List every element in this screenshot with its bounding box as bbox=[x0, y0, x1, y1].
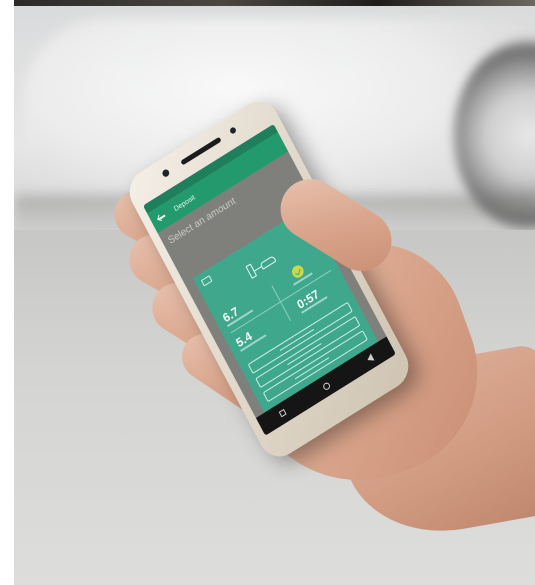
front-camera bbox=[161, 168, 171, 179]
arrow-left-icon[interactable] bbox=[155, 210, 168, 224]
top-strip bbox=[14, 0, 535, 6]
photo: Deposit Select an amount 6.7 5.4 0:57 bbox=[14, 0, 535, 585]
proximity-sensor bbox=[229, 126, 237, 135]
circle-icon[interactable] bbox=[321, 381, 331, 392]
ev-charger-icon bbox=[245, 251, 277, 279]
divider bbox=[271, 285, 292, 322]
square-icon[interactable] bbox=[278, 409, 287, 418]
triangle-back-icon[interactable] bbox=[365, 353, 375, 364]
card-icon bbox=[200, 275, 213, 287]
